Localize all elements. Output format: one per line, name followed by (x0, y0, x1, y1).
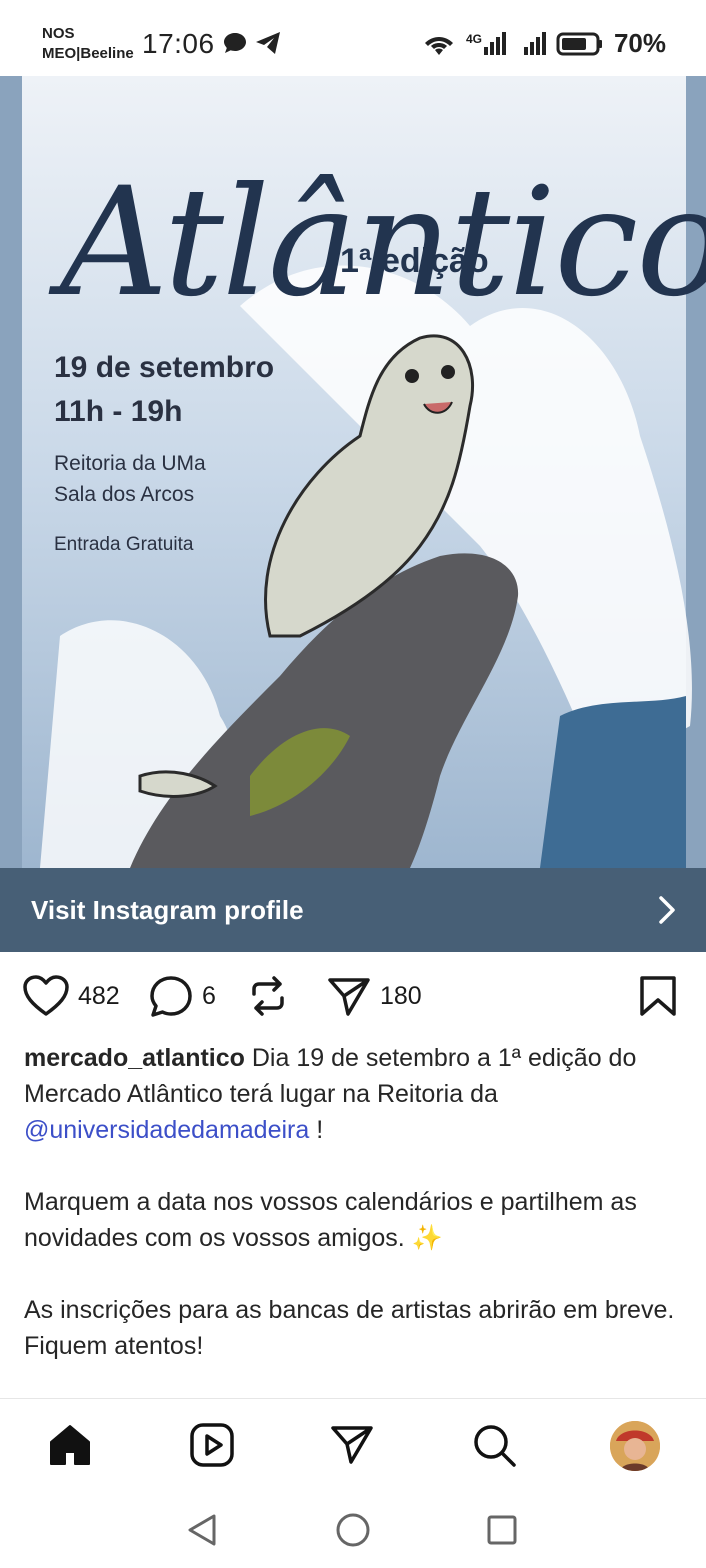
visit-profile-label: Visit Instagram profile (31, 894, 304, 925)
comment-icon (150, 976, 192, 1017)
nav-search[interactable] (470, 1421, 518, 1469)
battery-percent: 70% (613, 28, 666, 58)
comment-count: 6 (202, 981, 216, 1010)
network-4g-signal: 4G (466, 32, 506, 55)
search-icon (474, 1425, 516, 1467)
like-count: 482 (78, 981, 120, 1010)
status-bar: NOS MEO|Beeline 17:06 4G 70% (0, 0, 706, 76)
home-button[interactable] (333, 1510, 373, 1550)
caption-paragraph-1: mercado_atlantico Dia 19 de setembro a 1… (24, 1040, 688, 1148)
signal-icon (523, 32, 546, 55)
nav-profile-avatar[interactable] (610, 1421, 660, 1471)
caption-paragraph-3: As inscrições para as bancas de artistas… (24, 1296, 675, 1360)
network-type: 4G (465, 32, 482, 46)
poster-date: 19 de setembro (54, 351, 275, 384)
share-button[interactable]: 180 (326, 974, 422, 1018)
recents-button[interactable] (482, 1510, 522, 1550)
chat-bubble-icon (224, 33, 246, 53)
post-image[interactable]: Atlântico 1ª edição 19 de setembro 11h -… (0, 76, 706, 868)
system-status-icons: 4G 70% (422, 28, 666, 59)
nav-reels[interactable] (188, 1421, 236, 1469)
share-count: 180 (380, 981, 422, 1010)
system-navigation (0, 1492, 706, 1568)
caption-text-end: ! (309, 1116, 324, 1144)
chevron-right-icon (659, 896, 675, 924)
back-triangle-icon (188, 1514, 216, 1546)
repost-button[interactable] (246, 974, 290, 1018)
nav-home[interactable] (46, 1421, 94, 1469)
post-caption: mercado_atlantico Dia 19 de setembro a 1… (24, 1040, 688, 1400)
notification-icons (222, 30, 282, 56)
direct-icon (331, 1426, 373, 1464)
poster-place-line-1: Reitoria da UMa (54, 452, 206, 475)
bookmark-icon (640, 976, 676, 1016)
carrier-line-1: NOS (42, 25, 75, 42)
recents-square-icon (487, 1515, 517, 1545)
poster-place: Reitoria da UMa Sala dos Arcos (54, 448, 206, 510)
save-button[interactable] (638, 974, 678, 1018)
comment-button[interactable]: 6 (148, 974, 216, 1018)
poster-date-block: 19 de setembro 11h - 19h (54, 346, 274, 434)
bottom-navigation (0, 1398, 706, 1492)
reels-icon (190, 1423, 234, 1467)
home-circle-icon (336, 1513, 370, 1547)
home-icon (50, 1425, 90, 1465)
wifi-icon (424, 36, 453, 55)
back-button[interactable] (182, 1510, 222, 1550)
poster-entry: Entrada Gratuita (54, 534, 194, 555)
poster-hours: 11h - 19h (54, 395, 183, 428)
visit-profile-button[interactable]: Visit Instagram profile (0, 868, 706, 952)
post-actions: 482 6 180 (0, 966, 706, 1028)
telegram-icon (256, 32, 280, 54)
poster-place-line-2: Sala dos Arcos (54, 483, 195, 506)
battery-icon (556, 32, 602, 55)
carrier-label: NOS MEO|Beeline (42, 24, 134, 64)
nav-direct[interactable] (328, 1421, 376, 1469)
caption-paragraph-2: Marquem a data nos vossos calendários e … (24, 1188, 637, 1252)
avatar (610, 1421, 660, 1471)
heart-icon (23, 975, 69, 1016)
clock: 17:06 (142, 28, 215, 59)
carrier-line-2: MEO|Beeline (42, 45, 134, 62)
repost-icon (252, 976, 284, 1016)
like-button[interactable]: 482 (22, 974, 120, 1018)
caption-username[interactable]: mercado_atlantico (24, 1044, 245, 1072)
caption-mention[interactable]: @universidadedamadeira (24, 1116, 309, 1144)
send-icon (328, 978, 370, 1016)
poster-edition: 1ª edição (340, 242, 489, 280)
